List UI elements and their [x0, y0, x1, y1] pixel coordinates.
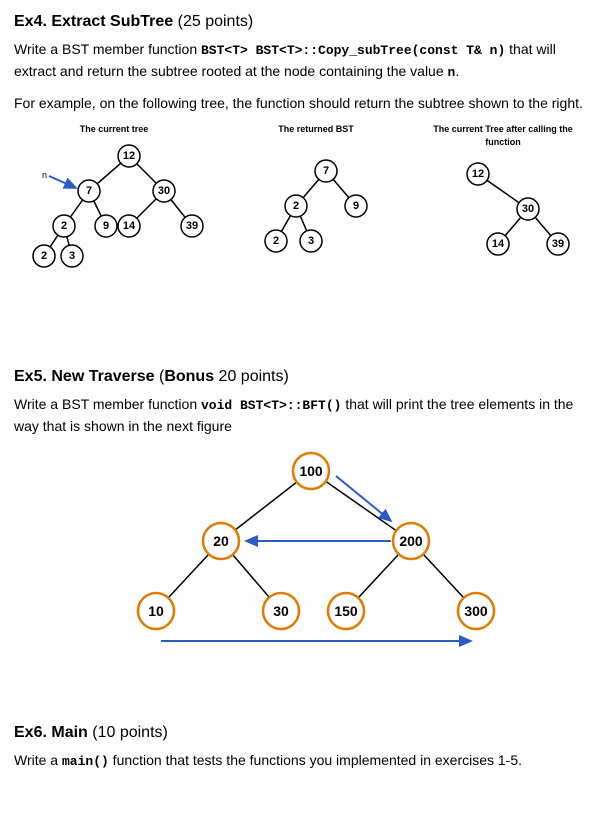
svg-text:2: 2: [41, 250, 47, 262]
svg-text:3: 3: [308, 235, 314, 247]
ex4-para2: For example, on the following tree, the …: [14, 93, 588, 113]
ex5-code-sig: void BST<T>::BFT(): [201, 398, 341, 413]
ex4-col1-title: The current tree: [14, 123, 214, 136]
ex4-heading: Ex4. Extract SubTree (25 points): [14, 10, 588, 33]
ex4-diagrams: The current tree n 12 7 30 2 9: [14, 123, 588, 304]
svg-text:300: 300: [464, 603, 488, 619]
svg-text:150: 150: [334, 603, 358, 619]
svg-text:12: 12: [123, 150, 135, 162]
ex5-title: Ex5. New Traverse: [14, 368, 155, 385]
svg-text:10: 10: [148, 603, 164, 619]
svg-text:30: 30: [158, 185, 170, 197]
svg-text:2: 2: [293, 200, 299, 212]
svg-text:14: 14: [123, 220, 136, 232]
svg-text:n: n: [42, 170, 47, 180]
ex4-tree-after: 12 30 14 39: [418, 149, 588, 299]
ex6-title: Ex6. Main: [14, 724, 88, 741]
svg-text:3: 3: [69, 250, 75, 262]
ex6-points: (10 points): [88, 724, 168, 741]
ex4-para1: Write a BST member function BST<T> BST<T…: [14, 39, 588, 83]
svg-text:9: 9: [353, 200, 359, 212]
ex6-heading: Ex6. Main (10 points): [14, 721, 588, 744]
svg-text:2: 2: [273, 235, 279, 247]
svg-text:100: 100: [299, 463, 323, 479]
svg-text:9: 9: [103, 220, 109, 232]
ex5-tree: 100 20 200 10 30 150 300: [81, 446, 521, 656]
ex4-code-sig: BST<T> BST<T>::Copy_subTree(const T& n): [201, 43, 505, 58]
ex4-tree-current: n 12 7 30 2 9 14 39 2 3: [14, 136, 214, 286]
svg-text:12: 12: [472, 168, 484, 180]
svg-text:7: 7: [86, 185, 92, 197]
ex4-tree-returned: 7 2 9 2 3: [241, 136, 391, 286]
svg-text:20: 20: [213, 533, 229, 549]
ex4-points: (25 points): [173, 13, 253, 30]
ex5-diagram-wrap: 100 20 200 10 30 150 300: [14, 446, 588, 661]
svg-text:7: 7: [323, 165, 329, 177]
svg-text:200: 200: [399, 533, 423, 549]
ex6-para1: Write a main() function that tests the f…: [14, 750, 588, 772]
ex4-title: Ex4. Extract SubTree: [14, 13, 173, 30]
svg-text:39: 39: [552, 238, 564, 250]
svg-text:14: 14: [492, 238, 505, 250]
ex5-para1: Write a BST member function void BST<T>:…: [14, 394, 588, 436]
svg-text:39: 39: [186, 220, 198, 232]
svg-text:30: 30: [522, 203, 534, 215]
ex4-col3-title: The current Tree after calling the funct…: [418, 123, 588, 149]
ex5-heading: Ex5. New Traverse (Bonus 20 points): [14, 365, 588, 388]
ex6-code-main: main(): [62, 754, 109, 769]
svg-text:2: 2: [61, 220, 67, 232]
svg-text:30: 30: [273, 603, 289, 619]
ex4-col2-title: The returned BST: [241, 123, 391, 136]
